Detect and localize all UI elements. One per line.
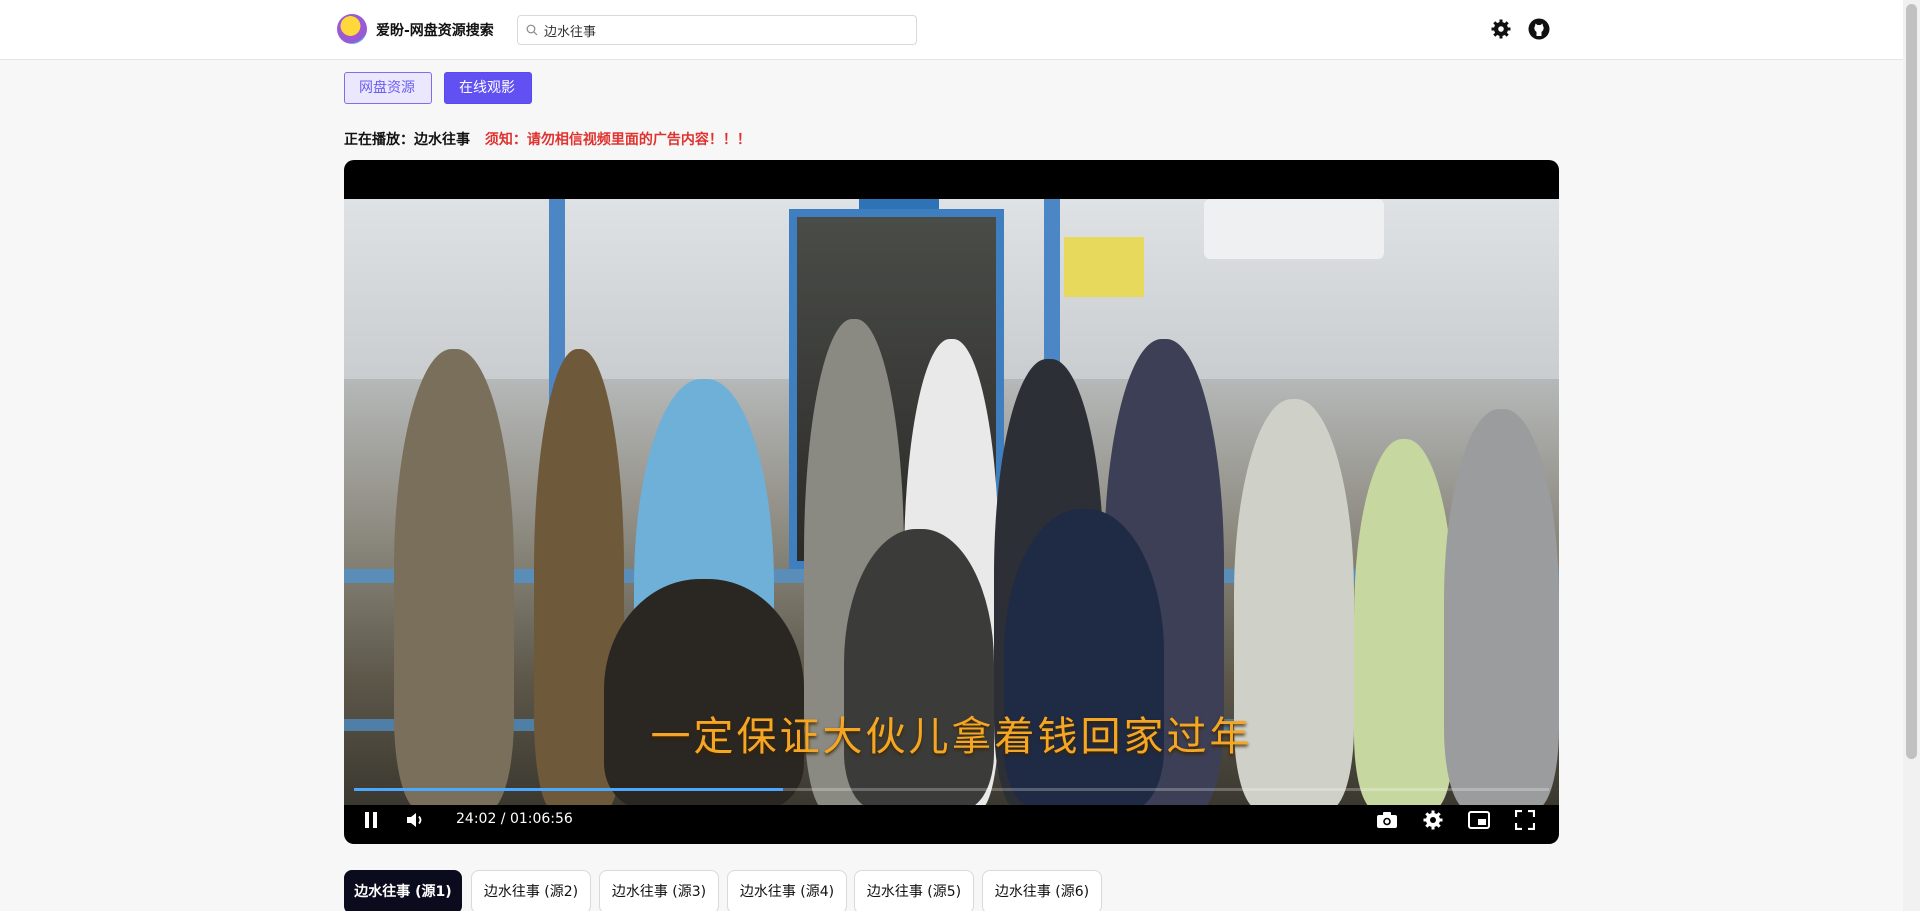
source-button-3[interactable]: 边水往事 (源3)	[599, 870, 719, 911]
pause-icon[interactable]	[359, 808, 383, 832]
tab-online-watch[interactable]: 在线观影	[444, 72, 532, 104]
source-button-1[interactable]: 边水往事 (源1)	[344, 870, 462, 911]
screenshot-icon[interactable]	[1375, 808, 1399, 832]
search-icon	[526, 24, 538, 36]
video-progress-fill	[354, 788, 783, 791]
player-settings-icon[interactable]	[1421, 808, 1445, 832]
search-box[interactable]	[517, 15, 917, 45]
video-progress-bar[interactable]	[354, 788, 1549, 791]
search-input[interactable]	[544, 20, 904, 40]
picture-in-picture-icon[interactable]	[1467, 808, 1491, 832]
now-playing-bar: 正在播放：边水往事 须知：请勿相信视频里面的广告内容！！！	[344, 129, 751, 149]
video-player[interactable]: 一定保证大伙儿拿着钱回家过年 24:02 / 01:06:56	[344, 160, 1559, 844]
source-button-2[interactable]: 边水往事 (源2)	[471, 870, 591, 911]
ad-warning-notice: 须知：请勿相信视频里面的广告内容！！！	[484, 132, 751, 148]
fullscreen-icon[interactable]	[1513, 808, 1537, 832]
settings-icon[interactable]	[1490, 18, 1512, 40]
page-scrollbar[interactable]	[1903, 0, 1920, 911]
source-button-5[interactable]: 边水往事 (源5)	[854, 870, 974, 911]
github-icon[interactable]	[1528, 18, 1550, 40]
now-playing-title: 正在播放：边水往事	[344, 132, 470, 148]
scene-air-conditioner	[1204, 199, 1384, 259]
video-frame[interactable]: 一定保证大伙儿拿着钱回家过年	[344, 199, 1559, 805]
video-subtitle: 一定保证大伙儿拿着钱回家过年	[650, 714, 1253, 760]
source-button-6[interactable]: 边水往事 (源6)	[982, 870, 1102, 911]
tab-netdisk-resources[interactable]: 网盘资源	[344, 72, 432, 104]
scrollbar-thumb[interactable]	[1906, 4, 1917, 759]
scene-notice-board	[1064, 237, 1144, 297]
scene-person	[604, 579, 804, 805]
top-header: 爱盼-网盘资源搜索	[0, 0, 1903, 60]
volume-icon[interactable]	[404, 808, 428, 832]
app-title[interactable]: 爱盼-网盘资源搜索	[376, 20, 494, 40]
scene-person	[844, 529, 994, 805]
source-button-4[interactable]: 边水往事 (源4)	[727, 870, 847, 911]
app-logo[interactable]	[337, 14, 367, 44]
video-time: 24:02 / 01:06:56	[456, 811, 573, 827]
